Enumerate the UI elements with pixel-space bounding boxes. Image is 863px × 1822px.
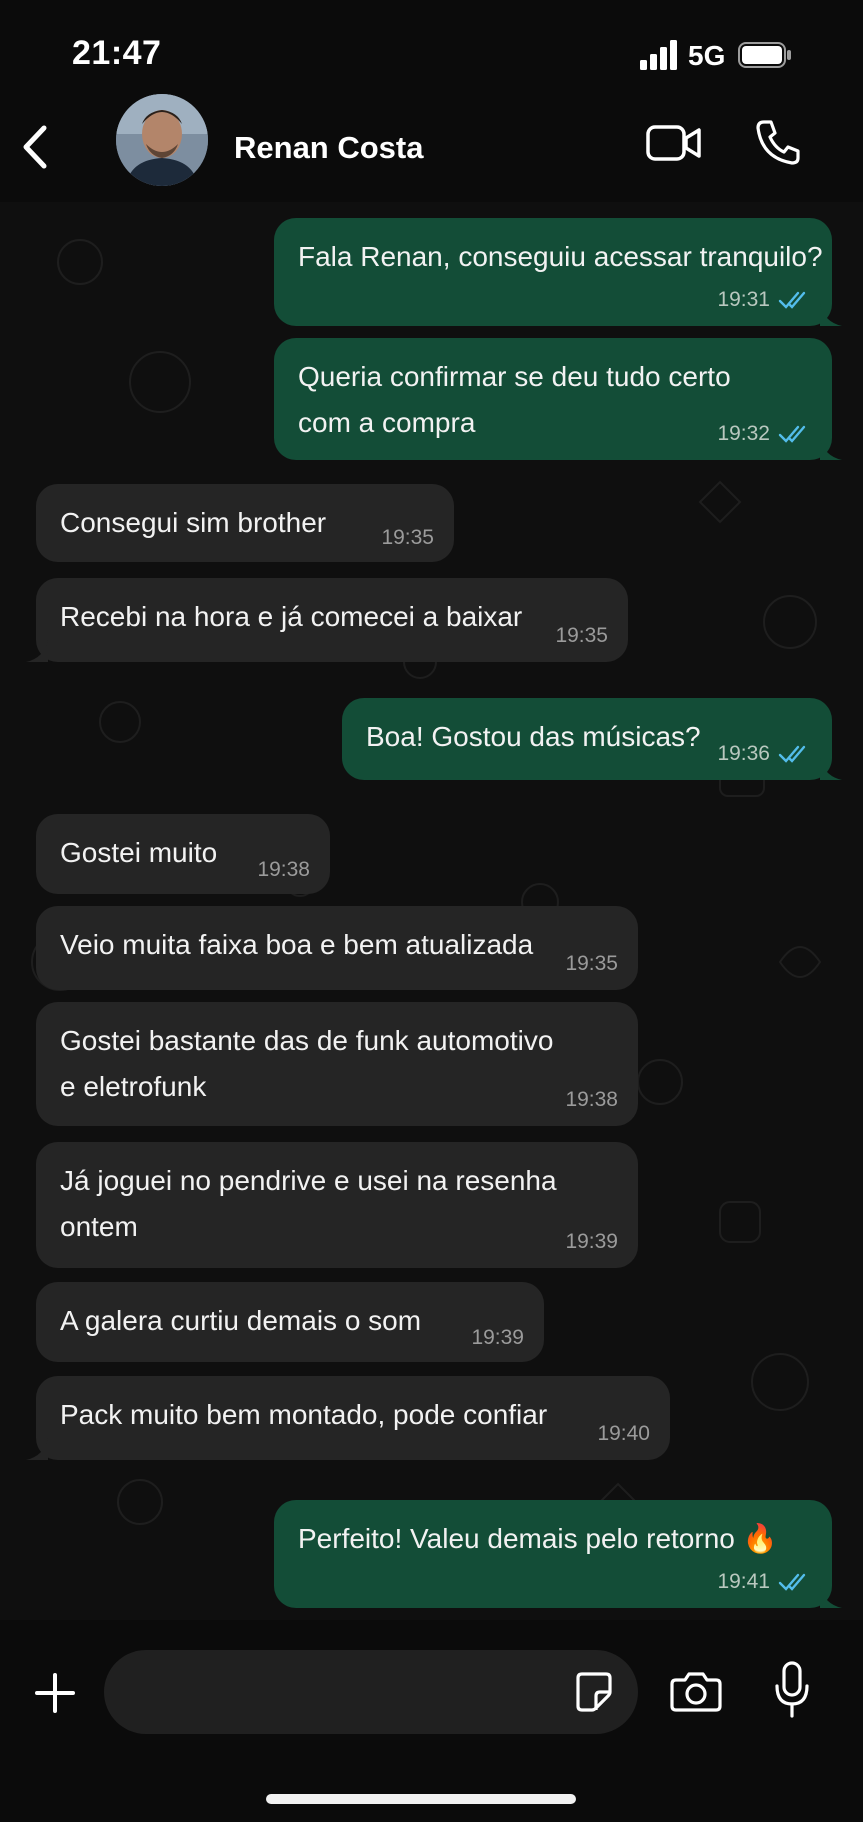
read-ticks-icon bbox=[778, 425, 806, 443]
contact-name[interactable]: Renan Costa bbox=[234, 130, 423, 166]
message-incoming[interactable]: Veio muita faixa boa e bem atualizada 19… bbox=[36, 906, 638, 990]
message-text: Pack muito bem montado, pode confiar bbox=[60, 1399, 548, 1430]
network-type: 5G bbox=[688, 40, 726, 71]
bubble-tail bbox=[820, 438, 842, 460]
message-input[interactable] bbox=[104, 1650, 638, 1734]
status-time: 21:47 bbox=[72, 34, 162, 72]
bubble-tail bbox=[820, 304, 842, 326]
message-outgoing[interactable]: Boa! Gostou das músicas? 19:36 bbox=[342, 698, 842, 780]
plus-icon[interactable] bbox=[34, 1672, 76, 1714]
message-time: 19:35 bbox=[381, 526, 434, 549]
message-text: A galera curtiu demais o som bbox=[60, 1305, 422, 1336]
message-outgoing[interactable]: Fala Renan, conseguiu acessar tranquilo?… bbox=[274, 218, 842, 326]
read-ticks-icon bbox=[778, 1573, 806, 1591]
message-text: Já joguei no pendrive e usei na resenha … bbox=[60, 1165, 557, 1242]
camera-icon[interactable] bbox=[670, 1670, 722, 1712]
back-chevron-icon[interactable] bbox=[18, 120, 52, 174]
phone-icon[interactable] bbox=[754, 118, 800, 166]
video-call-icon[interactable] bbox=[646, 122, 702, 164]
bubble-tail bbox=[820, 758, 842, 780]
read-ticks-icon bbox=[778, 745, 806, 763]
avatar-photo-icon bbox=[116, 94, 208, 186]
battery-icon bbox=[738, 42, 791, 68]
message-text: Veio muita faixa boa e bem atualizada bbox=[60, 929, 534, 960]
chat-header: Renan Costa bbox=[0, 92, 863, 202]
microphone-icon[interactable] bbox=[772, 1660, 812, 1720]
message-time: 19:35 bbox=[565, 952, 618, 975]
message-incoming[interactable]: Consegui sim brother 19:35 bbox=[36, 484, 454, 562]
sticker-icon[interactable] bbox=[574, 1670, 614, 1712]
message-time: 19:39 bbox=[565, 1230, 618, 1253]
message-incoming[interactable]: Já joguei no pendrive e usei na resenha … bbox=[36, 1142, 638, 1268]
message-incoming[interactable]: A galera curtiu demais o som 19:39 bbox=[36, 1282, 544, 1362]
message-text: Consegui sim brother bbox=[60, 507, 327, 538]
bubble-tail bbox=[26, 640, 48, 662]
message-time: 19:32 bbox=[717, 422, 770, 445]
message-time: 19:41 bbox=[717, 1570, 770, 1593]
message-time: 19:39 bbox=[471, 1326, 524, 1349]
message-text: Boa! Gostou das músicas? bbox=[366, 721, 701, 752]
message-text: Recebi na hora e já comecei a baixar bbox=[60, 601, 523, 632]
message-incoming[interactable]: Gostei muito 19:38 bbox=[36, 814, 330, 894]
message-time: 19:40 bbox=[597, 1422, 650, 1445]
message-text: Gostei bastante das de funk automotivo e… bbox=[60, 1025, 554, 1102]
message-time: 19:35 bbox=[555, 624, 608, 647]
message-outgoing[interactable]: Queria confirmar se deu tudo certo com a… bbox=[274, 338, 842, 460]
contact-avatar[interactable] bbox=[116, 94, 208, 186]
message-composer bbox=[0, 1620, 863, 1822]
message-incoming[interactable]: Gostei bastante das de funk automotivo e… bbox=[36, 1002, 638, 1126]
home-indicator[interactable] bbox=[266, 1794, 576, 1804]
message-text: Fala Renan, conseguiu acessar tranquilo? bbox=[298, 241, 823, 272]
bubble-tail bbox=[820, 1586, 842, 1608]
signal-bars-icon bbox=[640, 40, 677, 70]
message-time: 19:38 bbox=[565, 1088, 618, 1111]
read-ticks-icon bbox=[778, 291, 806, 309]
message-time: 19:36 bbox=[717, 742, 770, 765]
message-text: Queria confirmar se deu tudo certo com a… bbox=[298, 361, 731, 438]
chat-messages[interactable]: Fala Renan, conseguiu acessar tranquilo?… bbox=[0, 202, 863, 1620]
bubble-tail bbox=[26, 1438, 48, 1460]
message-time: 19:38 bbox=[257, 858, 310, 881]
message-outgoing[interactable]: Perfeito! Valeu demais pelo retorno 🔥 19… bbox=[274, 1500, 842, 1608]
message-incoming[interactable]: Pack muito bem montado, pode confiar 19:… bbox=[26, 1376, 670, 1460]
message-text: Gostei muito bbox=[60, 837, 218, 868]
message-text: Perfeito! Valeu demais pelo retorno 🔥 bbox=[298, 1523, 778, 1554]
message-time: 19:31 bbox=[717, 288, 770, 311]
message-incoming[interactable]: Recebi na hora e já comecei a baixar 19:… bbox=[26, 578, 628, 662]
